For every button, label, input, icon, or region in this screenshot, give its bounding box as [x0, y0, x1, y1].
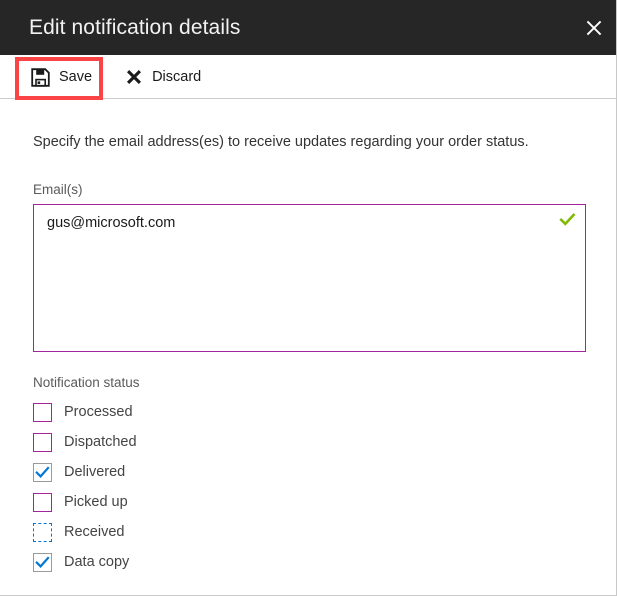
- notification-status-checklist: Processed Dispatched Delivered Picked up: [33, 397, 433, 577]
- checkbox-picked-up[interactable]: [33, 492, 52, 512]
- description-text: Specify the email address(es) to receive…: [33, 134, 529, 150]
- close-button[interactable]: [571, 0, 616, 55]
- checkbox-received[interactable]: [33, 522, 52, 542]
- edit-notification-details-blade: Edit notification details Save Discard S…: [0, 0, 617, 596]
- command-bar: Save Discard: [0, 55, 616, 99]
- blade-titlebar: Edit notification details: [0, 0, 616, 55]
- checkbox-row-received[interactable]: Received: [33, 517, 433, 547]
- command-bar-divider: [0, 98, 616, 99]
- checkbox-label-dispatched: Dispatched: [64, 434, 137, 450]
- checkbox-label-received: Received: [64, 524, 125, 540]
- checkbox-row-delivered[interactable]: Delivered: [33, 457, 433, 487]
- email-input-value: gus@microsoft.com: [47, 215, 176, 231]
- checkbox-row-picked-up[interactable]: Picked up: [33, 487, 433, 517]
- discard-button[interactable]: Discard: [112, 55, 214, 99]
- save-floppy-disk-icon: [31, 67, 50, 87]
- checkbox-label-delivered: Delivered: [64, 464, 126, 480]
- checkbox-dispatched[interactable]: [33, 432, 52, 452]
- save-button[interactable]: Save: [18, 55, 105, 99]
- save-button-label: Save: [59, 69, 93, 85]
- discard-button-label: Discard: [152, 69, 202, 85]
- notification-status-label: Notification status: [33, 375, 140, 390]
- checkbox-row-processed[interactable]: Processed: [33, 397, 433, 427]
- checkbox-label-data-copy: Data copy: [64, 554, 130, 570]
- email-input[interactable]: gus@microsoft.com: [33, 204, 586, 352]
- checkmark-icon: [559, 211, 576, 228]
- checkbox-row-data-copy[interactable]: Data copy: [33, 547, 433, 577]
- checkbox-label-picked-up: Picked up: [64, 494, 128, 510]
- page-title: Edit notification details: [29, 15, 241, 39]
- checkbox-processed[interactable]: [33, 402, 52, 422]
- checkbox-data-copy[interactable]: [33, 552, 52, 572]
- close-x-icon: [125, 68, 143, 86]
- checkbox-row-dispatched[interactable]: Dispatched: [33, 427, 433, 457]
- email-field-label: Email(s): [33, 182, 83, 197]
- close-icon: [585, 19, 603, 37]
- checkbox-label-processed: Processed: [64, 404, 133, 420]
- checkbox-delivered[interactable]: [33, 462, 52, 482]
